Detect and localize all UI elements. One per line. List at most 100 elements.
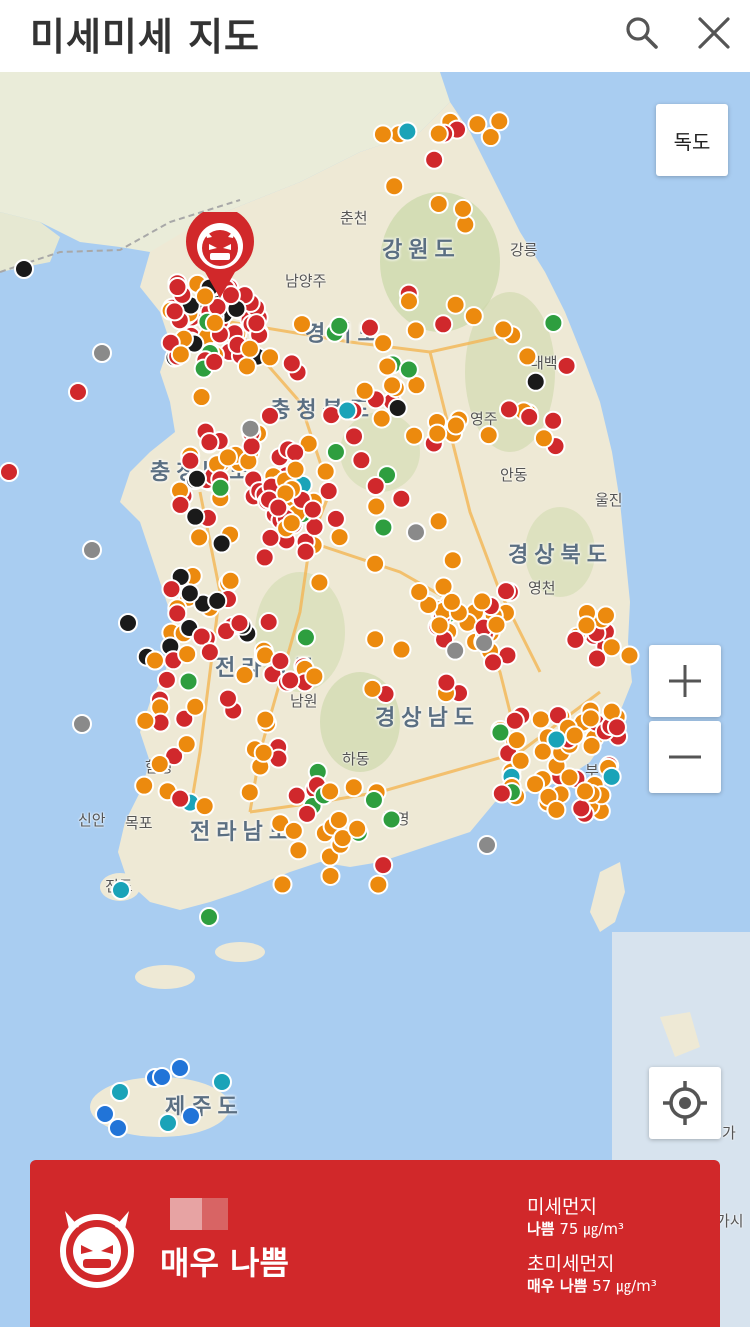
station-marker[interactable]: [295, 627, 316, 648]
station-marker[interactable]: [239, 338, 260, 359]
station-marker[interactable]: [546, 729, 567, 750]
station-marker[interactable]: [281, 353, 302, 374]
station-marker[interactable]: [291, 314, 312, 335]
station-marker[interactable]: [220, 570, 241, 591]
station-marker[interactable]: [517, 346, 538, 367]
selected-location-pin[interactable]: [185, 212, 255, 300]
station-marker[interactable]: [288, 840, 309, 861]
station-marker[interactable]: [564, 725, 585, 746]
station-marker[interactable]: [158, 1113, 178, 1133]
dokdo-button[interactable]: 독도: [656, 104, 728, 176]
station-marker[interactable]: [111, 880, 131, 900]
station-marker[interactable]: [427, 423, 448, 444]
station-marker[interactable]: [325, 442, 346, 463]
station-marker[interactable]: [280, 670, 301, 691]
station-marker[interactable]: [373, 855, 394, 876]
station-marker[interactable]: [180, 450, 201, 471]
station-marker[interactable]: [391, 639, 412, 660]
station-marker[interactable]: [258, 612, 279, 633]
station-marker[interactable]: [543, 410, 564, 431]
station-marker[interactable]: [68, 382, 88, 402]
station-marker[interactable]: [373, 517, 394, 538]
station-marker[interactable]: [436, 672, 457, 693]
station-marker[interactable]: [344, 426, 365, 447]
station-marker[interactable]: [254, 547, 275, 568]
station-marker[interactable]: [144, 650, 165, 671]
station-marker[interactable]: [382, 375, 403, 396]
station-marker[interactable]: [161, 579, 182, 600]
station-marker[interactable]: [482, 652, 503, 673]
station-marker[interactable]: [211, 533, 232, 554]
station-marker[interactable]: [156, 669, 177, 690]
station-marker[interactable]: [365, 476, 386, 497]
station-marker[interactable]: [149, 754, 170, 775]
station-marker[interactable]: [363, 790, 384, 811]
station-marker[interactable]: [185, 506, 206, 527]
station-marker[interactable]: [95, 1104, 115, 1124]
station-marker[interactable]: [253, 742, 274, 763]
close-button[interactable]: [689, 8, 739, 58]
station-marker[interactable]: [428, 123, 449, 144]
station-marker[interactable]: [405, 522, 426, 543]
station-marker[interactable]: [191, 387, 212, 408]
station-marker[interactable]: [0, 462, 19, 482]
station-marker[interactable]: [320, 781, 341, 802]
station-marker[interactable]: [135, 710, 156, 731]
station-marker[interactable]: [186, 468, 207, 489]
station-marker[interactable]: [343, 777, 364, 798]
station-marker[interactable]: [246, 313, 267, 334]
station-marker[interactable]: [325, 508, 346, 529]
station-marker[interactable]: [229, 613, 250, 634]
station-marker[interactable]: [108, 1118, 128, 1138]
station-marker[interactable]: [259, 405, 280, 426]
station-marker[interactable]: [217, 688, 238, 709]
station-marker[interactable]: [533, 428, 554, 449]
station-marker[interactable]: [234, 665, 255, 686]
my-location-button[interactable]: [649, 1067, 721, 1139]
station-marker[interactable]: [442, 550, 463, 571]
station-marker[interactable]: [217, 447, 238, 468]
station-marker[interactable]: [384, 176, 405, 197]
station-marker[interactable]: [510, 750, 531, 771]
station-marker[interactable]: [445, 294, 466, 315]
station-marker[interactable]: [185, 696, 206, 717]
station-marker[interactable]: [543, 312, 564, 333]
station-marker[interactable]: [170, 1058, 190, 1078]
station-marker[interactable]: [409, 581, 430, 602]
station-marker[interactable]: [304, 666, 325, 687]
station-marker[interactable]: [354, 380, 375, 401]
station-marker[interactable]: [297, 803, 318, 824]
station-marker[interactable]: [433, 314, 454, 335]
station-marker[interactable]: [399, 291, 420, 312]
station-marker[interactable]: [453, 198, 474, 219]
station-marker[interactable]: [428, 511, 449, 532]
station-marker[interactable]: [472, 591, 493, 612]
station-marker[interactable]: [207, 590, 228, 611]
station-marker[interactable]: [178, 671, 199, 692]
station-marker[interactable]: [281, 513, 302, 534]
station-marker[interactable]: [236, 356, 257, 377]
station-marker[interactable]: [320, 865, 341, 886]
station-marker[interactable]: [212, 1072, 232, 1092]
station-marker[interactable]: [405, 320, 426, 341]
station-marker[interactable]: [283, 820, 304, 841]
station-marker[interactable]: [347, 818, 368, 839]
station-marker[interactable]: [366, 496, 387, 517]
station-marker[interactable]: [272, 874, 293, 895]
station-marker[interactable]: [204, 312, 225, 333]
station-marker[interactable]: [429, 615, 450, 636]
station-marker[interactable]: [362, 678, 383, 699]
station-marker[interactable]: [580, 708, 601, 729]
station-marker[interactable]: [428, 193, 449, 214]
station-marker[interactable]: [295, 541, 316, 562]
station-marker[interactable]: [210, 477, 231, 498]
station-marker[interactable]: [285, 442, 306, 463]
station-marker[interactable]: [199, 907, 219, 927]
station-marker[interactable]: [387, 398, 408, 419]
station-marker[interactable]: [506, 730, 527, 751]
station-marker[interactable]: [556, 355, 577, 376]
station-marker[interactable]: [152, 1067, 172, 1087]
station-marker[interactable]: [365, 629, 386, 650]
station-marker[interactable]: [373, 333, 394, 354]
station-marker[interactable]: [581, 735, 602, 756]
